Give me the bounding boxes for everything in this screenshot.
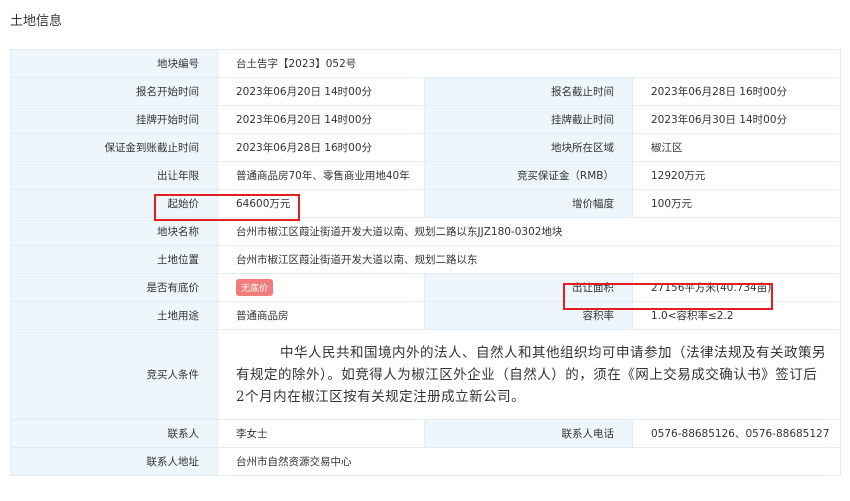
- row-location: 土地位置 台州市椒江区葭沚街道开发大道以南、规划二路以东: [10, 245, 841, 274]
- label-far: 容积率: [424, 301, 633, 330]
- value-address: 台州市自然资源交易中心: [217, 447, 841, 476]
- row-deposit-deadline: 保证金到账截止时间 2023年06月28日 16时00分 地块所在区域 椒江区: [10, 133, 841, 162]
- label-term: 出让年限: [10, 161, 218, 190]
- value-increment: 100万元: [632, 189, 841, 218]
- label-conditions: 竞买人条件: [10, 329, 218, 420]
- value-deposit-deadline: 2023年06月28日 16时00分: [217, 133, 425, 162]
- label-deposit: 竞买保证金（RMB）: [424, 161, 633, 190]
- value-far: 1.0<容积率≤2.2: [632, 301, 841, 330]
- value-district: 椒江区: [632, 133, 841, 162]
- label-plot-no: 地块编号: [10, 49, 218, 78]
- label-signup-end: 报名截止时间: [424, 77, 633, 106]
- row-plot-no: 地块编号 台土告字【2023】052号: [10, 49, 841, 78]
- label-phone: 联系人电话: [424, 419, 633, 448]
- label-address: 联系人地址: [10, 447, 218, 476]
- value-area: 27156平方米(40.734亩): [632, 273, 841, 302]
- row-usage: 土地用途 普通商品房 容积率 1.0<容积率≤2.2: [10, 301, 841, 330]
- value-contact: 李女士: [217, 419, 425, 448]
- row-start-price: 起始价 64600万元 增价幅度 100万元: [10, 189, 841, 218]
- row-term: 出让年限 普通商品房70年、零售商业用地40年 竞买保证金（RMB） 12920…: [10, 161, 841, 190]
- label-plot-name: 地块名称: [10, 217, 218, 246]
- value-deposit: 12920万元: [632, 161, 841, 190]
- value-location: 台州市椒江区葭沚街道开发大道以南、规划二路以东: [217, 245, 841, 274]
- value-start-price: 64600万元: [217, 189, 425, 218]
- land-info-table: 地块编号 台土告字【2023】052号 报名开始时间 2023年06月20日 1…: [10, 49, 841, 476]
- value-plot-name: 台州市椒江区葭沚街道开发大道以南、规划二路以东JJZ180-0302地块: [217, 217, 841, 246]
- label-district: 地块所在区域: [424, 133, 633, 162]
- row-listing-time: 挂牌开始时间 2023年06月20日 14时00分 挂牌截止时间 2023年06…: [10, 105, 841, 134]
- value-signup-end: 2023年06月28日 16时00分: [632, 77, 841, 106]
- row-signup-time: 报名开始时间 2023年06月20日 14时00分 报名截止时间 2023年06…: [10, 77, 841, 106]
- label-listing-start: 挂牌开始时间: [10, 105, 218, 134]
- label-signup-start: 报名开始时间: [10, 77, 218, 106]
- label-increment: 增价幅度: [424, 189, 633, 218]
- no-reserve-badge: 无底价: [236, 279, 274, 296]
- value-term: 普通商品房70年、零售商业用地40年: [217, 161, 425, 190]
- label-reserve: 是否有底价: [10, 273, 218, 302]
- page-title: 土地信息: [10, 14, 63, 29]
- value-listing-end: 2023年06月30日 14时00分: [632, 105, 841, 134]
- value-listing-start: 2023年06月20日 14时00分: [217, 105, 425, 134]
- value-signup-start: 2023年06月20日 14时00分: [217, 77, 425, 106]
- label-usage: 土地用途: [10, 301, 218, 330]
- row-reserve-area: 是否有底价 无底价 出让面积 27156平方米(40.734亩): [10, 273, 841, 302]
- row-address: 联系人地址 台州市自然资源交易中心: [10, 447, 841, 476]
- row-conditions: 竞买人条件 中华人民共和国境内外的法人、自然人和其他组织均可申请参加（法律法规及…: [10, 329, 841, 420]
- value-usage: 普通商品房: [217, 301, 425, 330]
- row-contact: 联系人 李女士 联系人电话 0576-88685126、0576-8868512…: [10, 419, 841, 448]
- label-location: 土地位置: [10, 245, 218, 274]
- value-conditions: 中华人民共和国境内外的法人、自然人和其他组织均可申请参加（法律法规及有关政策另有…: [217, 329, 841, 420]
- row-plot-name: 地块名称 台州市椒江区葭沚街道开发大道以南、规划二路以东JJZ180-0302地…: [10, 217, 841, 246]
- value-plot-no: 台土告字【2023】052号: [217, 49, 841, 78]
- label-start-price: 起始价: [10, 189, 218, 218]
- label-deposit-deadline: 保证金到账截止时间: [10, 133, 218, 162]
- value-reserve: 无底价: [217, 273, 425, 302]
- label-area: 出让面积: [424, 273, 633, 302]
- label-listing-end: 挂牌截止时间: [424, 105, 633, 134]
- label-contact: 联系人: [10, 419, 218, 448]
- value-phone: 0576-88685126、0576-88685127: [632, 419, 841, 448]
